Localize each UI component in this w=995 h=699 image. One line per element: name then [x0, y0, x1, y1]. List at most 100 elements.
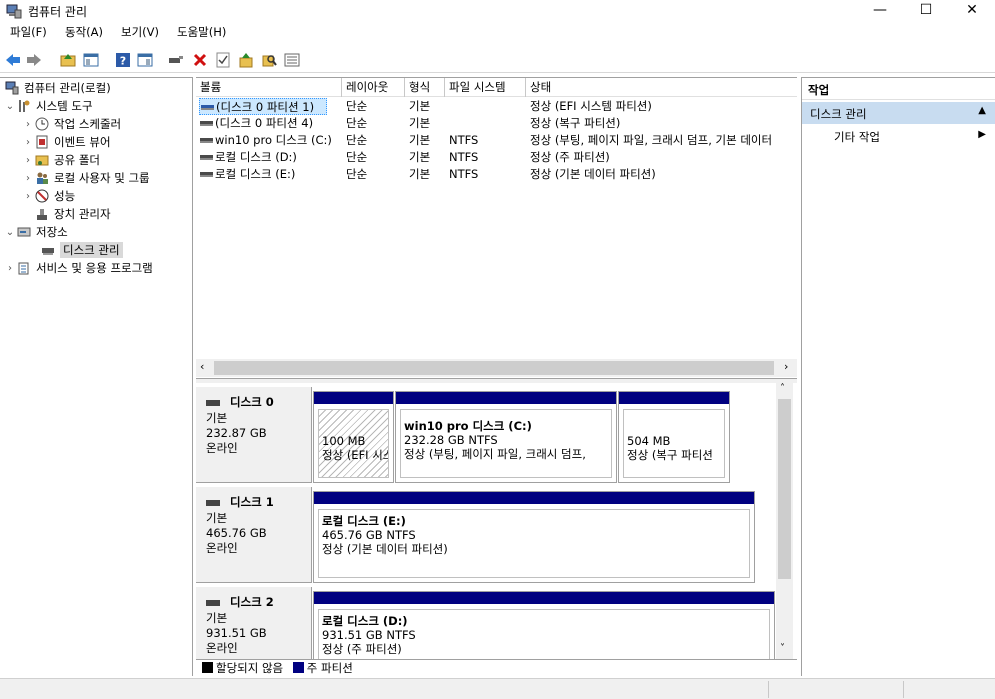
- disk-name-label: 디스크 1: [230, 495, 274, 509]
- tree-item-performance[interactable]: › 성능: [22, 187, 75, 205]
- tree-item-storage[interactable]: ⌄ 저장소: [4, 223, 68, 241]
- partition-bar: [314, 492, 754, 504]
- table-row[interactable]: (디스크 0 파티션 4) 단순 기본 정상 (복구 파티션): [196, 115, 797, 132]
- vertical-scrollbar[interactable]: ˄ ˅: [776, 383, 793, 659]
- chevron-down-icon[interactable]: ⌄: [4, 227, 16, 238]
- tree-item-root[interactable]: 컴퓨터 관리(로컬): [4, 79, 111, 97]
- disk-icon: [206, 499, 220, 506]
- tree-label: 장치 관리자: [54, 207, 111, 221]
- partition-e[interactable]: 로컬 디스크 (E:) 465.76 GB NTFS 정상 (기본 데이터 파티…: [313, 491, 755, 583]
- disk-info[interactable]: 디스크 0 기본 232.87 GB 온라인: [196, 387, 312, 483]
- partition-d[interactable]: 로컬 디스크 (D:) 931.51 GB NTFS 정상 (주 파티션): [313, 591, 775, 659]
- disk-graphical-view: 디스크 0 기본 232.87 GB 온라인 100 MB 정상 (EFI 시스…: [196, 383, 797, 659]
- partition-efi[interactable]: 100 MB 정상 (EFI 시스: [313, 391, 394, 483]
- disk-info[interactable]: 디스크 2 기본 931.51 GB 온라인: [196, 587, 312, 659]
- partition-size: 100 MB: [322, 434, 366, 448]
- type-cell: 기본: [409, 167, 431, 181]
- table-row[interactable]: 로컬 디스크 (E:) 단순 기본 NTFS 정상 (기본 데이터 파티션): [196, 166, 797, 183]
- tree-item-services[interactable]: › 서비스 및 응용 프로그램: [4, 259, 153, 277]
- legend-swatch-unallocated: [202, 662, 213, 673]
- table-row[interactable]: (디스크 0 파티션 1) 단순 기본 정상 (EFI 시스템 파티션): [196, 98, 797, 115]
- horizontal-scrollbar[interactable]: ‹ ›: [196, 359, 797, 377]
- chevron-right-icon[interactable]: ›: [22, 137, 34, 148]
- minimize-button[interactable]: —: [857, 0, 903, 22]
- partition-status: 정상 (기본 데이터 파티션): [322, 542, 448, 556]
- column-header-volume[interactable]: 볼륨: [196, 78, 342, 97]
- disk-icon: [206, 399, 220, 406]
- status-cell: 정상 (부팅, 페이지 파일, 크래시 덤프, 기본 데이터: [530, 133, 773, 147]
- up-folder-icon[interactable]: [59, 51, 77, 69]
- column-header-type[interactable]: 형식: [405, 78, 445, 97]
- actions-section-disk-management[interactable]: 디스크 관리 ▲: [802, 102, 995, 124]
- back-arrow-icon[interactable]: [4, 51, 22, 69]
- menu-action[interactable]: 동작(A): [65, 24, 103, 40]
- column-header-layout[interactable]: 레이아웃: [342, 78, 405, 97]
- connect-disk-icon[interactable]: [167, 51, 185, 69]
- tree-label: 시스템 도구: [36, 99, 93, 113]
- clock-icon: [34, 116, 50, 132]
- chevron-right-icon[interactable]: ›: [22, 173, 34, 184]
- column-header-filesystem[interactable]: 파일 시스템: [445, 78, 526, 97]
- partition-size: 504 MB: [627, 434, 671, 448]
- action-more-actions[interactable]: 기타 작업 ▶: [802, 126, 995, 146]
- partition-recovery[interactable]: 504 MB 정상 (복구 파티션: [618, 391, 730, 483]
- tree-item-task-scheduler[interactable]: › 작업 스케줄러: [22, 115, 121, 133]
- partition-body: 로컬 디스크 (E:) 465.76 GB NTFS 정상 (기본 데이터 파티…: [318, 509, 750, 578]
- list-icon[interactable]: [283, 51, 301, 69]
- window-title: 컴퓨터 관리: [28, 5, 88, 19]
- tree-label: 로컬 사용자 및 그룹: [54, 171, 150, 185]
- services-icon: [16, 260, 32, 276]
- properties-pane-icon[interactable]: [136, 51, 154, 69]
- tree-label: 작업 스케줄러: [54, 117, 122, 131]
- submenu-arrow-icon: ▶: [978, 129, 986, 140]
- disk-info[interactable]: 디스크 1 기본 465.76 GB 온라인: [196, 487, 312, 583]
- chevron-down-icon[interactable]: ⌄: [4, 101, 16, 112]
- partition-body: 100 MB 정상 (EFI 시스: [318, 409, 389, 478]
- disk-size: 232.87 GB: [206, 426, 267, 440]
- chevron-right-icon[interactable]: ›: [4, 263, 16, 274]
- maximize-button[interactable]: ☐: [903, 0, 949, 22]
- chevron-right-icon[interactable]: ›: [22, 191, 34, 202]
- menu-help[interactable]: 도움말(H): [177, 24, 226, 40]
- scrollbar-thumb[interactable]: [778, 399, 791, 579]
- fs-cell: [445, 98, 526, 115]
- disk-state: 온라인: [206, 641, 238, 655]
- tree-item-system-tools[interactable]: ⌄ 시스템 도구: [4, 97, 93, 115]
- show-hide-tree-icon[interactable]: [82, 51, 100, 69]
- tree-item-device-manager[interactable]: 장치 관리자: [34, 205, 111, 223]
- disk-state: 온라인: [206, 541, 238, 555]
- forward-arrow-icon[interactable]: [25, 51, 43, 69]
- export-icon[interactable]: [237, 51, 255, 69]
- chevron-right-icon[interactable]: ›: [22, 155, 34, 166]
- menu-view[interactable]: 보기(V): [121, 24, 159, 40]
- disk-row: 디스크 0 기본 232.87 GB 온라인 100 MB 정상 (EFI 시스…: [196, 387, 776, 483]
- scroll-up-icon[interactable]: ˄: [780, 383, 785, 394]
- check-icon[interactable]: [214, 51, 232, 69]
- volume-name-cell: (디스크 0 파티션 4): [199, 115, 342, 132]
- partition-c[interactable]: win10 pro 디스크 (C:) 232.28 GB NTFS 정상 (부팅…: [395, 391, 617, 483]
- partition-bar: [314, 592, 774, 604]
- scroll-left-icon[interactable]: ‹: [200, 360, 204, 373]
- tree-item-disk-management[interactable]: 디스크 관리: [40, 241, 123, 259]
- volume-icon: [200, 155, 213, 160]
- svg-text:?: ?: [120, 55, 126, 68]
- menu-file[interactable]: 파일(F): [10, 24, 47, 40]
- delete-icon[interactable]: [191, 51, 209, 69]
- chevron-right-icon[interactable]: ›: [22, 119, 34, 130]
- partition-body: win10 pro 디스크 (C:) 232.28 GB NTFS 정상 (부팅…: [400, 409, 612, 478]
- column-header-status[interactable]: 상태: [526, 78, 797, 97]
- search-icon[interactable]: [260, 51, 278, 69]
- help-icon[interactable]: ?: [114, 51, 132, 69]
- scroll-right-icon[interactable]: ›: [784, 360, 788, 373]
- partition-status: 정상 (주 파티션): [322, 642, 402, 656]
- table-row[interactable]: 로컬 디스크 (D:) 단순 기본 NTFS 정상 (주 파티션): [196, 149, 797, 166]
- scrollbar-thumb[interactable]: [214, 361, 774, 375]
- tree-item-local-users[interactable]: › 로컬 사용자 및 그룹: [22, 169, 150, 187]
- partition-body: 504 MB 정상 (복구 파티션: [623, 409, 725, 478]
- scroll-down-icon[interactable]: ˅: [780, 643, 785, 654]
- close-button[interactable]: ✕: [949, 0, 995, 22]
- table-row[interactable]: win10 pro 디스크 (C:) 단순 기본 NTFS 정상 (부팅, 페이…: [196, 132, 797, 149]
- collapse-arrow-icon[interactable]: ▲: [978, 105, 986, 116]
- tree-item-event-viewer[interactable]: › 이벤트 뷰어: [22, 133, 111, 151]
- tree-item-shared-folders[interactable]: › 공유 폴더: [22, 151, 100, 169]
